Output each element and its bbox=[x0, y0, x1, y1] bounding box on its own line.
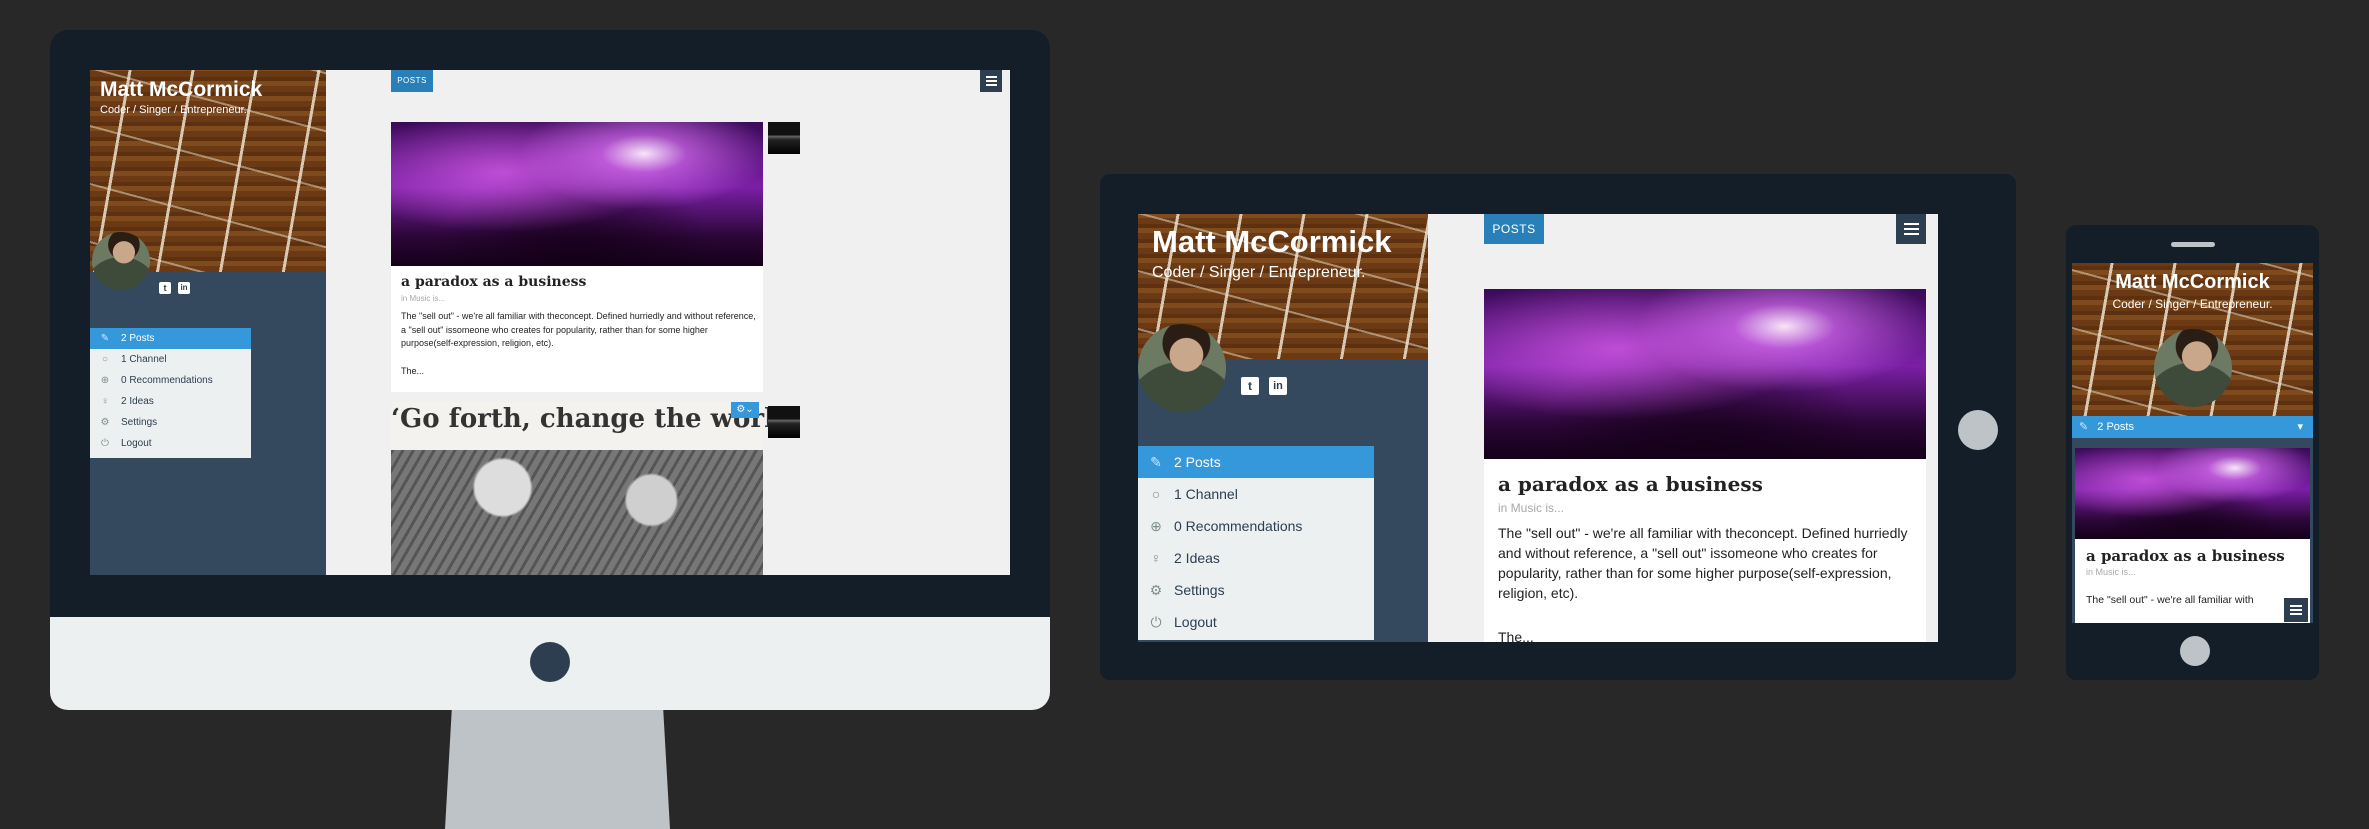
menu-item-logout[interactable]: ⏻ Logout bbox=[90, 433, 251, 454]
post-card[interactable]: a paradox as a business in Music is... T… bbox=[1484, 289, 1926, 642]
desktop-logo-dot bbox=[530, 642, 570, 682]
twitter-icon[interactable]: t bbox=[1241, 377, 1259, 395]
tablet-avatar bbox=[1138, 324, 1226, 412]
menu-item-posts[interactable]: ✎ 2 Posts bbox=[90, 328, 251, 349]
phone-screen: Matt McCormick Coder / Singer / Entrepre… bbox=[2072, 263, 2313, 623]
menu-item-label: 2 Ideas bbox=[121, 396, 154, 407]
menu-item-label: 2 Posts bbox=[1174, 454, 1221, 470]
post-meta: in Music is... bbox=[2086, 567, 2136, 577]
power-icon: ⏻ bbox=[101, 438, 109, 449]
post-excerpt: The "sell out" - we're all familiar with bbox=[2086, 594, 2254, 606]
menu-item-label: Logout bbox=[121, 438, 152, 449]
phone-avatar bbox=[2154, 329, 2232, 407]
desktop-sidebar: Matt McCormick Coder / Singer / Entrepre… bbox=[90, 70, 326, 575]
post-more: The... bbox=[1498, 629, 1534, 642]
lightbulb-icon: ♀ bbox=[1150, 550, 1162, 566]
circle-icon: ○ bbox=[101, 354, 109, 365]
hamburger-menu-icon[interactable] bbox=[980, 70, 1002, 92]
tablet-home-button bbox=[1958, 410, 1998, 450]
pencil-icon: ✎ bbox=[1150, 453, 1162, 470]
post-card[interactable]: a paradox as a business in Music is... T… bbox=[391, 122, 763, 392]
desktop-profile-tagline: Coder / Singer / Entrepreneur. bbox=[100, 104, 247, 116]
posts-tag[interactable]: POSTS bbox=[1484, 214, 1544, 244]
chevron-down-icon[interactable]: ▾ bbox=[2297, 416, 2303, 438]
hamburger-menu-icon[interactable] bbox=[2284, 598, 2308, 622]
post-thumbnail[interactable] bbox=[768, 122, 800, 154]
desktop-profile-name: Matt McCormick bbox=[100, 78, 263, 101]
post-meta: in Music is... bbox=[1498, 501, 1565, 515]
gear-icon: ⚙ bbox=[100, 417, 110, 428]
post-image bbox=[1484, 289, 1926, 459]
plus-circle-icon: ⊕ bbox=[1150, 517, 1162, 534]
tablet-device: Matt McCormick Coder / Singer / Entrepre… bbox=[1100, 174, 2016, 680]
post2-thumbnail[interactable] bbox=[768, 406, 800, 438]
desktop-avatar bbox=[92, 232, 150, 290]
phone-profile-tagline: Coder / Singer / Entrepreneur. bbox=[2112, 297, 2273, 311]
menu-item-ideas[interactable]: ♀ 2 Ideas bbox=[90, 391, 251, 412]
menu-item-logout[interactable]: ⏻ Logout bbox=[1138, 606, 1374, 638]
menu-item-label: 2 Ideas bbox=[1174, 550, 1220, 566]
menu-item-ideas[interactable]: ♀ 2 Ideas bbox=[1138, 542, 1374, 574]
desktop-device: Matt McCormick Coder / Singer / Entrepre… bbox=[50, 30, 1050, 710]
menu-item-channel[interactable]: ○ 1 Channel bbox=[90, 349, 251, 370]
power-icon: ⏻ bbox=[1150, 613, 1162, 630]
plus-circle-icon: ⊕ bbox=[100, 375, 110, 386]
menu-item-label: 2 Posts bbox=[121, 333, 155, 344]
menu-item-settings[interactable]: ⚙ Settings bbox=[90, 412, 251, 433]
linkedin-icon[interactable]: in bbox=[1269, 377, 1287, 395]
twitter-icon[interactable]: t bbox=[159, 282, 171, 294]
menu-item-recommendations[interactable]: ⊕ 0 Recommendations bbox=[1138, 510, 1374, 542]
pencil-icon: ✎ bbox=[100, 333, 110, 344]
menu-item-label: 0 Recommendations bbox=[121, 375, 213, 386]
phone-menu-bar[interactable]: ✎ 2 Posts ▾ bbox=[2072, 416, 2313, 438]
post-title[interactable]: a paradox as a business bbox=[2086, 547, 2285, 565]
post2-card[interactable]: ‘Go forth, change the world ⚙⌄ bbox=[391, 402, 792, 575]
menu-item-settings[interactable]: ⚙ Settings bbox=[1138, 574, 1374, 606]
phone-speaker bbox=[2171, 242, 2215, 247]
circle-icon: ○ bbox=[1151, 486, 1161, 502]
phone-home-button bbox=[2180, 636, 2210, 666]
desktop-stand bbox=[445, 710, 670, 829]
hamburger-menu-icon[interactable] bbox=[1896, 214, 1926, 244]
post2-options-icon[interactable]: ⚙⌄ bbox=[731, 402, 759, 418]
post-title[interactable]: a paradox as a business bbox=[401, 274, 586, 290]
posts-tag[interactable]: POSTS bbox=[391, 70, 433, 92]
tablet-profile-name: Matt McCormick bbox=[1152, 224, 1392, 259]
tablet-menu: ✎ 2 Posts ○ 1 Channel ⊕ 0 Recommendations ♀… bbox=[1138, 446, 1374, 640]
post-title[interactable]: a paradox as a business bbox=[1498, 472, 1763, 496]
menu-item-label: Settings bbox=[121, 417, 158, 428]
menu-item-recommendations[interactable]: ⊕ 0 Recommendations bbox=[90, 370, 251, 391]
lightbulb-icon: ♀ bbox=[101, 396, 109, 407]
tablet-screen: Matt McCormick Coder / Singer / Entrepre… bbox=[1138, 214, 1938, 642]
menu-item-label: Logout bbox=[1174, 614, 1217, 630]
post-card[interactable]: a paradox as a business in Music is... T… bbox=[2075, 448, 2310, 623]
tablet-profile-tagline: Coder / Singer / Entrepreneur. bbox=[1152, 264, 1366, 281]
menu-item-label: 0 Recommendations bbox=[1174, 518, 1303, 534]
desktop-menu: ✎ 2 Posts ○ 1 Channel ⊕ 0 Recommendations ♀… bbox=[90, 328, 251, 458]
post-image bbox=[391, 122, 763, 266]
menu-item-label: Settings bbox=[1174, 582, 1225, 598]
post-image bbox=[2075, 448, 2310, 539]
menu-item-label: 1 Channel bbox=[1174, 486, 1238, 502]
post-excerpt: The "sell out" - we're all familiar with… bbox=[1498, 525, 1908, 601]
pencil-icon: ✎ bbox=[2079, 421, 2089, 433]
menu-item-channel[interactable]: ○ 1 Channel bbox=[1138, 478, 1374, 510]
post2-image bbox=[391, 450, 763, 575]
post-meta: in Music is... bbox=[401, 294, 446, 303]
post-excerpt: The "sell out" - we're all familiar with… bbox=[401, 311, 756, 348]
desktop-screen: Matt McCormick Coder / Singer / Entrepre… bbox=[90, 70, 1010, 575]
tablet-sidebar: Matt McCormick Coder / Singer / Entrepre… bbox=[1138, 214, 1428, 642]
phone-profile-name: Matt McCormick bbox=[2115, 271, 2270, 293]
gear-icon: ⚙ bbox=[1149, 581, 1163, 598]
phone-active-menu-label: 2 Posts bbox=[2097, 421, 2134, 433]
post-more: The... bbox=[401, 366, 425, 376]
menu-item-posts[interactable]: ✎ 2 Posts bbox=[1138, 446, 1374, 478]
linkedin-icon[interactable]: in bbox=[178, 282, 190, 294]
menu-item-label: 1 Channel bbox=[121, 354, 167, 365]
phone-device: Matt McCormick Coder / Singer / Entrepre… bbox=[2066, 225, 2319, 680]
